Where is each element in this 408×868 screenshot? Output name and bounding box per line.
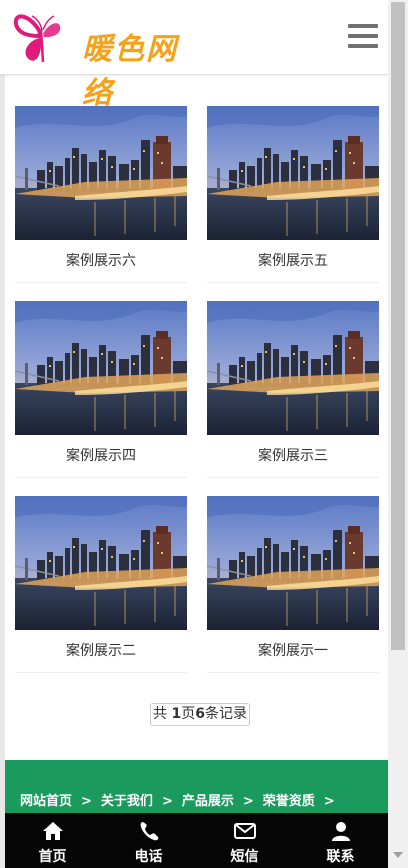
- case-title[interactable]: 案例展示五: [207, 240, 379, 283]
- menu-toggle-button[interactable]: [348, 24, 378, 50]
- footer-link-home[interactable]: 网站首页: [20, 794, 72, 809]
- case-card[interactable]: 案例展示二: [15, 496, 187, 673]
- footer-link-honors[interactable]: 荣誉资质: [263, 794, 315, 809]
- case-thumbnail-image: [15, 106, 187, 240]
- site-header: 暖色网络: [0, 0, 388, 111]
- bottom-nav-label: 电话: [134, 849, 163, 865]
- bottom-nav-label: 联系: [326, 849, 355, 865]
- site-logo[interactable]: 暖色网络: [12, 10, 192, 111]
- footer-link-about[interactable]: 关于我们: [101, 794, 153, 809]
- pager-suffix: 条记录: [204, 706, 247, 722]
- footer-link-bar: 网站首页 > 关于我们 > 产品展示 > 荣誉资质 >: [5, 760, 388, 820]
- case-card[interactable]: 案例展示六: [15, 106, 187, 283]
- case-thumbnail-image: [15, 301, 187, 435]
- envelope-icon: [234, 823, 256, 839]
- case-thumbnail-image: [15, 496, 187, 630]
- case-title[interactable]: 案例展示一: [207, 630, 379, 673]
- pager-prefix: 共: [153, 706, 172, 722]
- case-card[interactable]: 案例展示一: [207, 496, 379, 673]
- footer-link-products[interactable]: 产品展示: [182, 794, 234, 809]
- case-card[interactable]: 案例展示五: [207, 106, 379, 283]
- scrollbar-thumb[interactable]: [391, 2, 405, 650]
- logo-text: 暖色网络: [82, 32, 178, 111]
- pager-mid: 页: [181, 706, 196, 722]
- home-icon: [43, 822, 63, 840]
- case-card[interactable]: 案例展示四: [15, 301, 187, 478]
- user-icon: [332, 822, 350, 841]
- bottom-nav-contact[interactable]: 联系: [293, 813, 388, 868]
- pagination-info: 共 1页6条记录: [150, 703, 250, 726]
- case-thumbnail-image: [207, 496, 379, 630]
- bottom-nav-label: 短信: [230, 849, 259, 865]
- pager-record-count: 6: [195, 706, 205, 722]
- butterfly-logo-icon: [13, 14, 61, 63]
- case-title[interactable]: 案例展示三: [207, 435, 379, 478]
- hamburger-menu-icon: [348, 24, 378, 28]
- case-thumbnail-image: [207, 106, 379, 240]
- bottom-nav-label: 首页: [38, 849, 67, 865]
- case-card[interactable]: 案例展示三: [207, 301, 379, 478]
- bottom-nav-bar: 首页 电话 短信 联系: [5, 813, 388, 868]
- case-thumbnail-image: [207, 301, 379, 435]
- case-title[interactable]: 案例展示二: [15, 630, 187, 673]
- pager-page-count: 1: [171, 706, 182, 722]
- bottom-nav-home[interactable]: 首页: [5, 813, 100, 868]
- page-scrollbar[interactable]: [388, 0, 408, 868]
- bottom-nav-sms[interactable]: 短信: [197, 813, 292, 868]
- case-title[interactable]: 案例展示六: [15, 240, 187, 283]
- scroll-down-arrow-icon[interactable]: [393, 852, 403, 858]
- phone-icon: [140, 822, 159, 841]
- case-title[interactable]: 案例展示四: [15, 435, 187, 478]
- bottom-nav-phone[interactable]: 电话: [101, 813, 196, 868]
